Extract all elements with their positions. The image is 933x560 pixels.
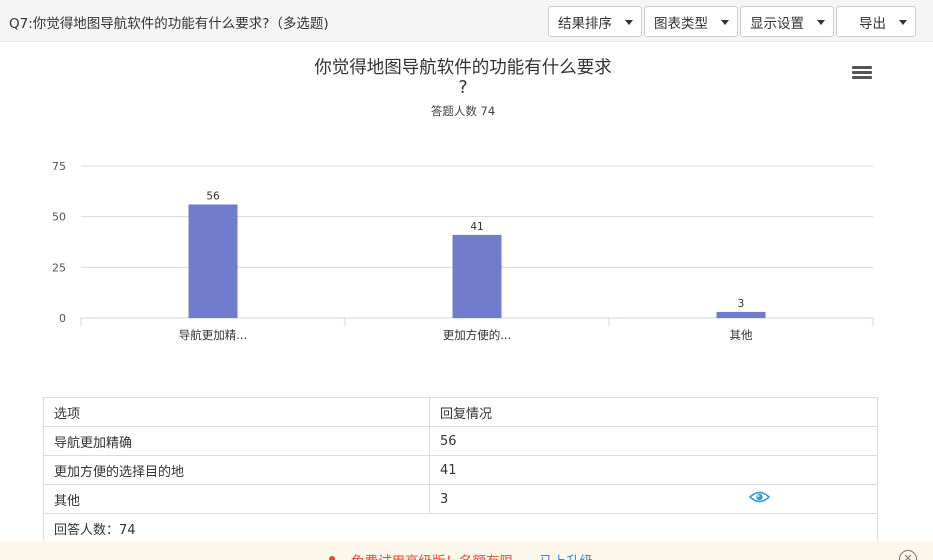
display-settings-label: 显示设置 [750, 15, 804, 32]
count-cell: 56 [429, 426, 878, 456]
x-category-label: 更加方便的... [443, 328, 511, 342]
count-cell: 3 [429, 484, 878, 514]
caret-down-icon [625, 20, 633, 25]
upgrade-banner: 免费试用高级版！名额有限 马上升级 ✕ [0, 541, 933, 560]
y-tick-label: 75 [52, 160, 66, 173]
alert-dot-icon [329, 556, 335, 560]
option-cell: 其他 [43, 484, 430, 514]
chart-type-label: 图表类型 [654, 15, 708, 32]
data-label: 3 [738, 298, 745, 310]
chart-type-dropdown[interactable]: 图表类型 [644, 6, 738, 37]
header-responses: 回复情况 [429, 397, 878, 427]
y-tick-label: 25 [52, 261, 66, 274]
export-dropdown[interactable]: 导出 [836, 6, 916, 37]
option-cell: 更加方便的选择目的地 [43, 455, 430, 485]
table-header-row: 选项 回复情况 [43, 397, 878, 427]
caret-down-icon [721, 20, 729, 25]
y-tick-label: 50 [52, 211, 66, 224]
option-cell: 导航更加精确 [43, 426, 430, 456]
data-label: 56 [206, 191, 220, 203]
upgrade-link[interactable]: 马上升级 [539, 550, 593, 560]
x-category-label: 导航更加精... [179, 328, 247, 342]
x-category-label: 其他 [730, 328, 753, 342]
question-title: Q7:你觉得地图导航软件的功能有什么要求?（多选题) [9, 16, 329, 32]
y-tick-label: 0 [59, 312, 66, 325]
chart-container: 你觉得地图导航软件的功能有什么要求 ? 答题人数 74 0 25 50 75 56 导航更… [0, 42, 933, 352]
bar [452, 234, 502, 318]
sort-results-label: 结果排序 [558, 15, 612, 32]
eye-icon[interactable] [749, 490, 770, 504]
display-settings-dropdown[interactable]: 显示设置 [740, 6, 834, 37]
close-icon[interactable]: ✕ [899, 550, 917, 560]
bar [716, 311, 766, 318]
count-cell: 41 [429, 455, 878, 485]
bar-chart: 0 25 50 75 56 导航更加精... 41 更加方便的... 3 其他 [52, 160, 874, 342]
toolbar: Q7:你觉得地图导航软件的功能有什么要求?（多选题) 结果排序 图表类型 显示设… [0, 0, 933, 42]
caret-down-icon [899, 20, 907, 25]
banner-message: 免费试用高级版！名额有限 [351, 550, 513, 560]
respondent-count: 回答人数：74 [43, 513, 878, 543]
header-option: 选项 [43, 397, 430, 427]
data-label: 41 [470, 221, 483, 233]
caret-down-icon [817, 20, 825, 25]
table-row: 更加方便的选择目的地 41 [43, 455, 878, 485]
sort-results-dropdown[interactable]: 结果排序 [548, 6, 642, 37]
export-label: 导出 [859, 15, 886, 32]
bar [188, 204, 238, 318]
table-row: 导航更加精确 56 [43, 426, 878, 456]
